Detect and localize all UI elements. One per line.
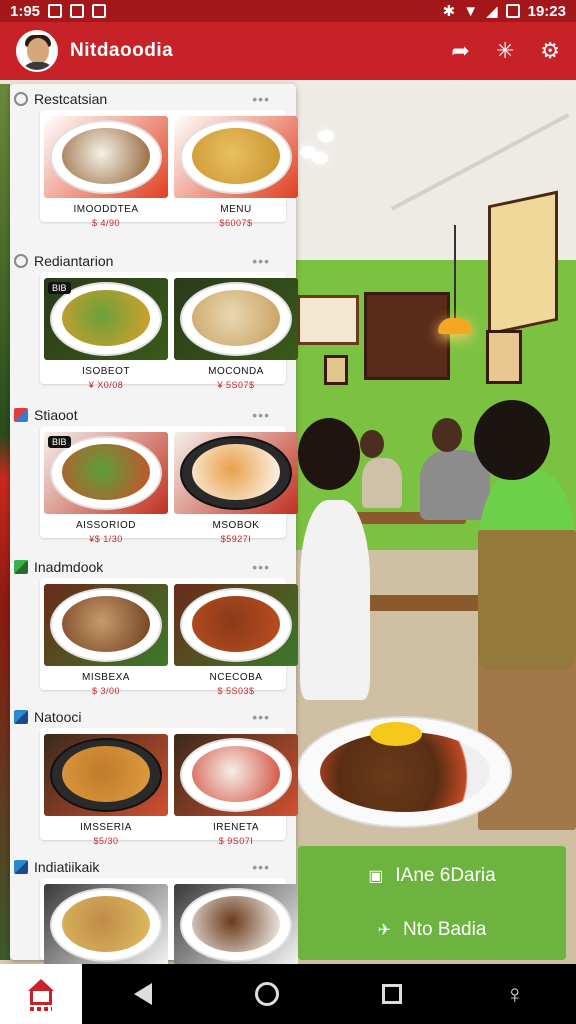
gear-icon: [14, 92, 28, 106]
section-header[interactable]: Restcatsian •••: [14, 88, 270, 110]
menu-section: Natooci ••• IMSSERIA $5/30 IRENETA $ 9S07I: [14, 706, 298, 846]
share-icon[interactable]: ➦: [451, 38, 469, 64]
restaurant-home-icon: [26, 979, 56, 1011]
avatar[interactable]: [16, 30, 58, 72]
flag-icon: [14, 408, 28, 422]
dish-price: ¥$ 1/30: [89, 534, 123, 544]
section-title: Indiatiikaik: [34, 859, 100, 875]
primary-action-button[interactable]: ▣ IAne 6Daria: [298, 854, 566, 898]
app-title: Nitdaoodia: [70, 40, 174, 61]
dish-name: NCECOBA: [209, 672, 263, 683]
menu-section: Indiatiikaik •••: [14, 856, 298, 966]
flag-icon: [14, 560, 28, 574]
dish-image[interactable]: [174, 278, 298, 360]
bluetooth-icon: ✱: [442, 3, 456, 20]
more-options-icon[interactable]: •••: [252, 407, 270, 423]
network-icon[interactable]: ✳: [496, 38, 514, 64]
section-title: Restcatsian: [34, 91, 108, 107]
dish-badge: BIB: [48, 282, 71, 294]
battery-icon: [505, 4, 520, 18]
dish-name: MSOBOK: [212, 520, 260, 531]
section-header[interactable]: Rediantarion •••: [14, 250, 270, 272]
status-time-left: 1:95: [10, 2, 41, 20]
gift-icon: ✈: [377, 922, 391, 939]
dish-price: $ 9S07I: [218, 836, 254, 846]
flag-icon: [14, 710, 28, 724]
more-options-icon[interactable]: •••: [252, 859, 270, 875]
more-options-icon[interactable]: •••: [252, 559, 270, 575]
profile-icon[interactable]: ♀: [505, 979, 525, 1010]
home-tab[interactable]: [0, 964, 82, 1024]
dish-image[interactable]: [44, 584, 168, 666]
image-icon: [48, 4, 63, 18]
dish-image[interactable]: [44, 116, 168, 198]
dish-name: ISOBEOT: [82, 366, 130, 377]
section-header[interactable]: Natooci •••: [14, 706, 270, 728]
secondary-action-button[interactable]: ✈ Nto Badia: [298, 908, 566, 952]
more-options-icon[interactable]: •••: [252, 253, 270, 269]
menu-section: Inadmdook ••• MISBEXA $ 3/00 NCECOBA $ 5S03$: [14, 556, 298, 696]
section-header[interactable]: Inadmdook •••: [14, 556, 270, 578]
settings-icon[interactable]: ⚙: [540, 38, 560, 64]
sync-icon: [70, 4, 85, 18]
secondary-action-label: Nto Badia: [402, 919, 487, 940]
dish-price: $ 3/00: [91, 686, 121, 696]
gear-icon: [14, 254, 28, 268]
dish-image[interactable]: [174, 734, 298, 816]
dish-price: ¥ 5S07$: [217, 380, 255, 390]
dish-price: $6007$: [219, 218, 253, 228]
section-header[interactable]: Indiatiikaik •••: [14, 856, 270, 878]
dish-image[interactable]: [174, 116, 298, 198]
flag-icon: [14, 860, 28, 874]
primary-action-label: IAne 6Daria: [395, 865, 496, 886]
dish-name: IRENETA: [212, 822, 260, 833]
dish-image[interactable]: [44, 734, 168, 816]
wifi-icon: ▼: [463, 2, 479, 20]
dish-image[interactable]: [174, 884, 298, 966]
section-title: Stiaoot: [34, 407, 78, 423]
recents-icon[interactable]: [381, 984, 402, 1004]
signal-icon: ◢: [486, 3, 498, 20]
background-edge: [0, 84, 10, 960]
back-icon[interactable]: [133, 983, 152, 1005]
dish-price: $ 5S03$: [217, 686, 255, 696]
dish-image[interactable]: [174, 432, 298, 514]
more-options-icon[interactable]: •••: [252, 709, 270, 725]
dish-image[interactable]: [174, 584, 298, 666]
dish-name: MOCONDA: [208, 366, 264, 377]
dish-price: ¥ X0/08: [88, 380, 124, 390]
status-time-right: 19:23: [527, 2, 566, 20]
menu-section: Rediantarion ••• BIB ISOBEOT ¥ X0/08 MOCONDA ¥…: [14, 250, 298, 390]
dish-name: IMSSERIA: [80, 822, 132, 833]
more-options-icon[interactable]: •••: [252, 91, 270, 107]
section-header[interactable]: Stiaoot •••: [14, 404, 270, 426]
menu-section: Stiaoot ••• BIB AISSORIOD ¥$ 1/30 MSOBOK $5927…: [14, 404, 298, 544]
dish-image[interactable]: BIB: [44, 278, 168, 360]
action-panel: ▣ IAne 6Daria ✈ Nto Badia: [298, 846, 566, 960]
menu-icon: ▣: [368, 868, 384, 885]
dish-price: $5/30: [93, 836, 119, 846]
home-icon[interactable]: [254, 982, 279, 1006]
dish-image[interactable]: [44, 884, 168, 966]
dish-name: MENU: [220, 204, 252, 215]
section-title: Inadmdook: [34, 559, 104, 575]
dish-price: $5927I: [220, 534, 252, 544]
gallery-icon: [92, 4, 107, 18]
section-title: Rediantarion: [34, 253, 114, 269]
dish-badge: BIB: [48, 436, 71, 448]
dish-price: $ 4/90: [91, 218, 121, 228]
navigation-bar: ♀: [0, 964, 576, 1024]
dish-name: MISBEXA: [82, 672, 130, 683]
app-bar: Nitdaoodia ➦ ✳ ⚙: [0, 22, 576, 80]
status-bar: 1:95 ✱ ▼ ◢ 19:23: [0, 0, 576, 22]
dish-name: AISSORIOD: [75, 520, 137, 531]
dish-name: IMOODDTEA: [73, 204, 139, 215]
menu-section: Restcatsian ••• IMOODDTEA $ 4/90 MENU $6007$: [14, 88, 298, 228]
dish-image[interactable]: BIB: [44, 432, 168, 514]
section-title: Natooci: [34, 709, 82, 725]
